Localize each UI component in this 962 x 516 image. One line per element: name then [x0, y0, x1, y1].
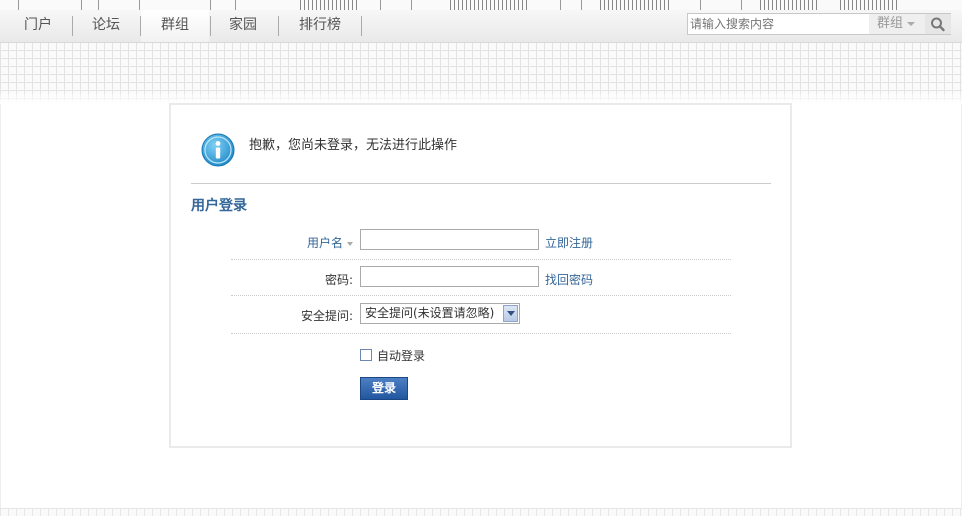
divider: [191, 183, 771, 184]
password-label: 密码:: [324, 273, 353, 287]
nav-item-ranking[interactable]: 排行榜: [286, 10, 354, 42]
search-type-label: 群组: [877, 16, 904, 31]
search-button[interactable]: [925, 14, 951, 34]
username-label: 用户名: [306, 236, 343, 250]
search-box: 群组: [687, 13, 951, 35]
nav-item-forum[interactable]: 论坛: [80, 10, 132, 42]
search-input[interactable]: [688, 14, 872, 34]
footer-grid-background: [0, 508, 962, 516]
nav-item-portal[interactable]: 门户: [12, 10, 64, 42]
password-row: 密码: 找回密码: [231, 266, 731, 296]
security-question-row: 安全提问: 安全提问(未设置请忽略): [231, 303, 731, 334]
password-input[interactable]: [360, 266, 539, 287]
search-icon: [931, 17, 945, 32]
recover-password-link[interactable]: 找回密码: [545, 271, 593, 288]
auto-login-checkbox[interactable]: [360, 349, 372, 361]
username-row: 用户名 立即注册: [231, 229, 731, 260]
register-link[interactable]: 立即注册: [545, 234, 593, 251]
auto-login-label[interactable]: 自动登录: [377, 347, 425, 364]
username-type-dropdown[interactable]: 用户名: [307, 234, 353, 251]
login-panel: 抱歉，您尚未登录，无法进行此操作 用户登录 用户名 立即注册 密码: 找回密码 …: [169, 103, 792, 448]
chevron-down-icon: [503, 305, 518, 322]
info-icon: [201, 133, 235, 167]
username-input[interactable]: [360, 229, 539, 250]
login-button[interactable]: 登录: [360, 377, 408, 400]
nav-item-groups[interactable]: 群组: [141, 10, 209, 42]
security-question-label: 安全提问:: [300, 309, 353, 323]
nav-item-home[interactable]: 家园: [216, 10, 270, 42]
not-logged-in-notice: 抱歉，您尚未登录，无法进行此操作: [249, 138, 458, 153]
chevron-down-icon: [907, 21, 916, 26]
security-question-select[interactable]: 安全提问(未设置请忽略): [360, 303, 520, 324]
security-question-value: 安全提问(未设置请忽略): [365, 306, 495, 320]
search-type-dropdown[interactable]: 群组: [869, 14, 925, 34]
header-grid-background: [0, 42, 962, 104]
chevron-down-icon: [347, 241, 353, 246]
section-title: 用户登录: [191, 198, 247, 214]
